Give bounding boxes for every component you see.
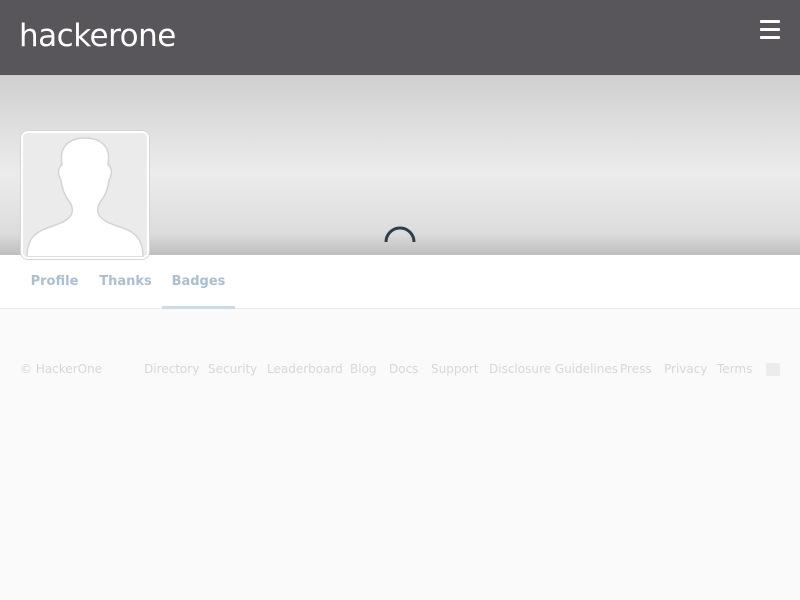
loading-spinner-icon <box>380 222 420 262</box>
footer-link-support[interactable]: Support <box>431 362 478 376</box>
tab-profile[interactable]: Profile <box>27 255 82 309</box>
footer-link-security[interactable]: Security <box>208 362 257 376</box>
page-footer: © HackerOne Directory Security Leaderboa… <box>0 358 800 382</box>
tab-thanks[interactable]: Thanks <box>96 255 155 309</box>
twitter-icon[interactable] <box>766 363 780 376</box>
default-user-silhouette-icon <box>23 133 147 257</box>
footer-link-privacy[interactable]: Privacy <box>664 362 707 376</box>
profile-tabs: Profile Thanks Badges <box>0 255 800 309</box>
footer-link-directory[interactable]: Directory <box>144 362 199 376</box>
tab-badges[interactable]: Badges <box>162 255 235 309</box>
top-navigation-bar: hackerone <box>0 0 800 75</box>
footer-link-terms[interactable]: Terms <box>717 362 752 376</box>
footer-link-docs[interactable]: Docs <box>389 362 418 376</box>
hackerone-logo[interactable]: hackerone <box>19 14 176 58</box>
footer-link-disclosure-guidelines[interactable]: Disclosure Guidelines <box>489 362 618 376</box>
footer-link-press[interactable]: Press <box>620 362 652 376</box>
footer-link-blog[interactable]: Blog <box>350 362 377 376</box>
footer-copyright: © HackerOne <box>20 362 103 376</box>
hamburger-menu-icon[interactable] <box>760 20 780 40</box>
user-avatar <box>21 131 149 259</box>
footer-link-leaderboard[interactable]: Leaderboard <box>267 362 343 376</box>
